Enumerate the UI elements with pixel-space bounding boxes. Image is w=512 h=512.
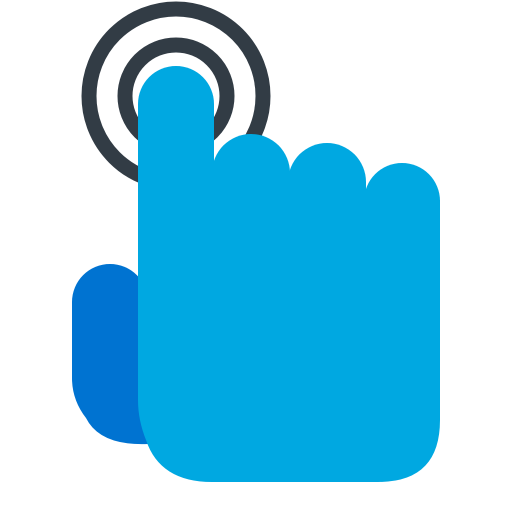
icon-canvas: [0, 0, 512, 512]
tap-gesture-icon: [72, 1, 440, 482]
hand-icon: [138, 66, 440, 482]
thumb-icon: [72, 264, 148, 445]
palm-icon: [138, 200, 440, 482]
